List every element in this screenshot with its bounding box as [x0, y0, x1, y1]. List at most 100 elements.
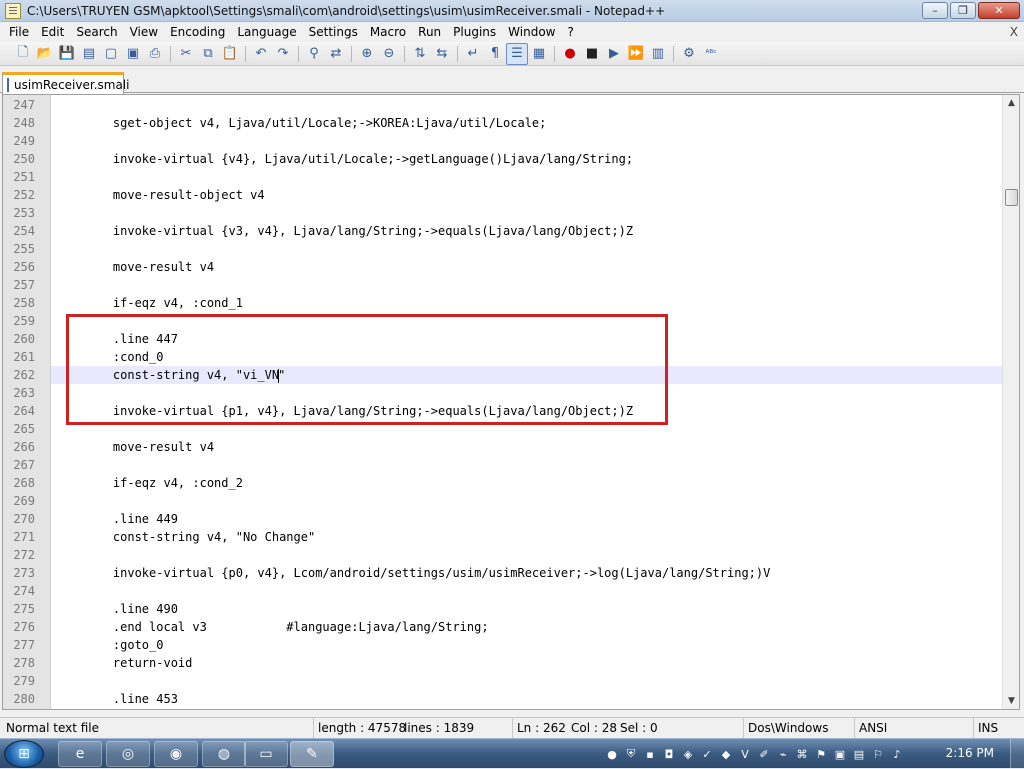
- code-line[interactable]: 278 return-void: [13, 654, 1003, 672]
- undo-icon[interactable]: ↶: [250, 43, 272, 65]
- zoom-in-icon[interactable]: ⊕: [356, 43, 378, 65]
- minimize-button[interactable]: –: [922, 2, 948, 19]
- code-line[interactable]: 280 .line 453: [13, 690, 1003, 708]
- tray-antivirus-icon[interactable]: V: [737, 746, 753, 762]
- notepadpp-app-icon[interactable]: [5, 2, 21, 19]
- tray-shield-icon[interactable]: ⛨: [623, 746, 639, 762]
- code-line[interactable]: 266 move-result v4: [13, 438, 1003, 456]
- code-line[interactable]: 257: [13, 276, 1003, 294]
- menu-view[interactable]: View: [124, 22, 164, 42]
- tray-network-connection-icon[interactable]: ▤: [851, 746, 867, 762]
- tray-sync-icon[interactable]: ◆: [718, 746, 734, 762]
- code-line[interactable]: 253: [13, 204, 1003, 222]
- new-file-icon[interactable]: 🗋: [12, 43, 34, 65]
- close-document-button[interactable]: X: [1010, 22, 1018, 42]
- firefox-icon[interactable]: ◉: [154, 741, 198, 767]
- show-all-chars-icon[interactable]: ¶: [484, 43, 506, 65]
- save-all-icon[interactable]: ▤: [78, 43, 100, 65]
- replace-icon[interactable]: ⇄: [325, 43, 347, 65]
- tray-pen-icon[interactable]: ✐: [756, 746, 772, 762]
- open-file-icon[interactable]: 📂: [34, 43, 56, 65]
- tray-on-icon[interactable]: ◘: [661, 746, 677, 762]
- vertical-scrollbar[interactable]: ▲ ▼: [1002, 95, 1019, 709]
- code-line[interactable]: 277 :goto_0: [13, 636, 1003, 654]
- code-line[interactable]: 255: [13, 240, 1003, 258]
- code-line[interactable]: 273 invoke-virtual {p0, v4}, Lcom/androi…: [13, 564, 1003, 582]
- tray-flag-icon[interactable]: ⚑: [813, 746, 829, 762]
- maximize-button[interactable]: ❐: [950, 2, 976, 19]
- sync-vertical-icon[interactable]: ⇅: [409, 43, 431, 65]
- menu-search[interactable]: Search: [70, 22, 123, 42]
- sync-horizontal-icon[interactable]: ⇆: [431, 43, 453, 65]
- code-line[interactable]: 274: [13, 582, 1003, 600]
- save-macro-icon[interactable]: ▥: [647, 43, 669, 65]
- menu-macro[interactable]: Macro: [364, 22, 412, 42]
- code-line[interactable]: 247: [13, 96, 1003, 114]
- scroll-up-arrow-icon[interactable]: ▲: [1003, 95, 1020, 111]
- zoom-out-icon[interactable]: ⊖: [378, 43, 400, 65]
- code-line[interactable]: 276 .end local v3 #language:Ljava/lang/S…: [13, 618, 1003, 636]
- tray-volume-icon[interactable]: ♪: [889, 746, 905, 762]
- code-line[interactable]: 275 .line 490: [13, 600, 1003, 618]
- code-line[interactable]: 271 const-string v4, "No Change": [13, 528, 1003, 546]
- code-line[interactable]: 279: [13, 672, 1003, 690]
- code-line[interactable]: 267: [13, 456, 1003, 474]
- code-line[interactable]: 268 if-eqz v4, :cond_2: [13, 474, 1003, 492]
- word-wrap-icon[interactable]: ↵: [462, 43, 484, 65]
- copy-icon[interactable]: ⧉: [197, 43, 219, 65]
- record-macro-icon[interactable]: ●: [559, 43, 581, 65]
- tray-flag-red-icon[interactable]: ⚐: [870, 746, 886, 762]
- chrome-icon[interactable]: ◎: [106, 741, 150, 767]
- code-line[interactable]: 251: [13, 168, 1003, 186]
- tray-network-icon[interactable]: ⌘: [794, 746, 810, 762]
- play-macro-icon[interactable]: ▶: [603, 43, 625, 65]
- tab-usimreceiver[interactable]: usimReceiver.smali: [2, 72, 129, 94]
- menu-run[interactable]: Run: [412, 22, 447, 42]
- scroll-down-arrow-icon[interactable]: ▼: [1003, 693, 1020, 709]
- code-line[interactable]: 248 sget-object v4, Ljava/util/Locale;->…: [13, 114, 1003, 132]
- launch-icon[interactable]: ⚙: [678, 43, 700, 65]
- redo-icon[interactable]: ↷: [272, 43, 294, 65]
- paste-icon[interactable]: 📋: [219, 43, 241, 65]
- tray-tool-icon[interactable]: ✓: [699, 746, 715, 762]
- code-line[interactable]: 250 invoke-virtual {v4}, Ljava/util/Loca…: [13, 150, 1003, 168]
- notepadpp-icon[interactable]: ✎: [290, 741, 334, 767]
- menu-settings[interactable]: Settings: [303, 22, 364, 42]
- close-window-button[interactable]: ✕: [978, 2, 1020, 19]
- code-line[interactable]: 252 move-result-object v4: [13, 186, 1003, 204]
- show-desktop-button[interactable]: [1010, 739, 1024, 769]
- code-line[interactable]: 270 .line 449: [13, 510, 1003, 528]
- menu-help[interactable]: ?: [561, 22, 579, 42]
- tray-apple-icon[interactable]: ●: [604, 746, 620, 762]
- title-bar[interactable]: C:\Users\TRUYEN GSM\apktool\Settings\sma…: [0, 0, 1024, 22]
- doc-map-icon[interactable]: ▦: [528, 43, 550, 65]
- print-icon[interactable]: ⎙: [144, 43, 166, 65]
- scroll-thumb[interactable]: [1005, 189, 1018, 206]
- code-line[interactable]: 269: [13, 492, 1003, 510]
- close-icon[interactable]: ▢: [100, 43, 122, 65]
- tray-unikey-icon[interactable]: ◈: [680, 746, 696, 762]
- code-line[interactable]: 256 move-result v4: [13, 258, 1003, 276]
- find-icon[interactable]: ⚲: [303, 43, 325, 65]
- indent-guide-icon[interactable]: ☰: [506, 42, 528, 65]
- code-line[interactable]: 272: [13, 546, 1003, 564]
- run-macro-multiple-icon[interactable]: ⏩: [625, 43, 647, 65]
- menu-encoding[interactable]: Encoding: [164, 22, 231, 42]
- cut-icon[interactable]: ✂: [175, 43, 197, 65]
- internet-explorer-icon[interactable]: e: [58, 741, 102, 767]
- tray-usb-icon[interactable]: ⌁: [775, 746, 791, 762]
- tray-action-center-icon[interactable]: ▣: [832, 746, 848, 762]
- menu-language[interactable]: Language: [231, 22, 302, 42]
- menu-plugins[interactable]: Plugins: [447, 22, 502, 42]
- code-line[interactable]: 249: [13, 132, 1003, 150]
- save-icon[interactable]: 💾: [56, 43, 78, 65]
- close-all-icon[interactable]: ▣: [122, 43, 144, 65]
- start-button[interactable]: ⊞: [4, 740, 44, 768]
- menu-window[interactable]: Window: [502, 22, 561, 42]
- file-explorer-icon[interactable]: ▭: [244, 741, 288, 767]
- menu-edit[interactable]: Edit: [35, 22, 70, 42]
- code-line[interactable]: 258 if-eqz v4, :cond_1: [13, 294, 1003, 312]
- stop-macro-icon[interactable]: ■: [581, 43, 603, 65]
- code-line[interactable]: 254 invoke-virtual {v3, v4}, Ljava/lang/…: [13, 222, 1003, 240]
- tray-app-icon[interactable]: ▪: [642, 746, 658, 762]
